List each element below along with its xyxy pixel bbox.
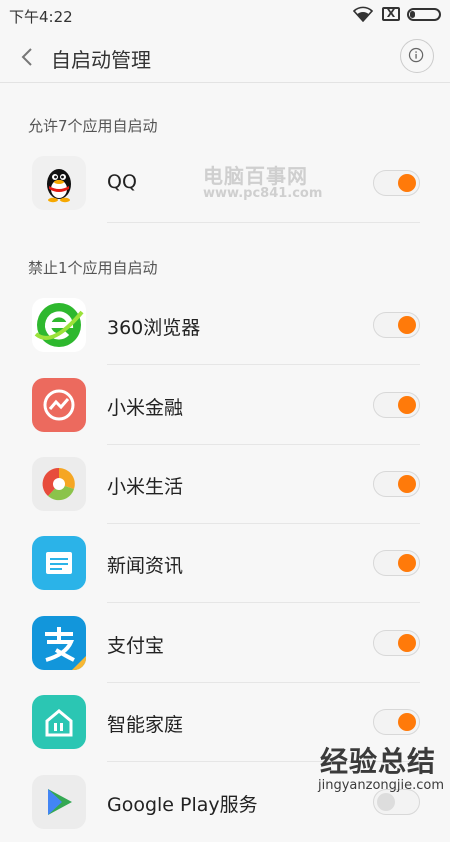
app-name: 小米金融 (107, 397, 184, 419)
app-name: QQ (107, 171, 137, 193)
autostart-toggle[interactable] (373, 709, 420, 735)
watermark-jingyan-url: jingyanzongjie.com (318, 778, 445, 793)
header: 自启动管理 (0, 32, 450, 82)
watermark-pc841-title: 电脑百事网 (203, 164, 308, 188)
header-divider (0, 82, 450, 83)
qq-penguin-icon (32, 156, 86, 210)
row-divider (107, 222, 420, 223)
info-button[interactable] (400, 39, 434, 73)
app-name: 小米生活 (107, 476, 184, 498)
news-icon (32, 536, 86, 590)
google-play-services-icon (32, 775, 86, 829)
app-row-alipay: 支付宝 (0, 603, 450, 683)
app-row-xiaomi-finance: 小米金融 (0, 365, 450, 445)
status-bar: 下午4:22 X (0, 0, 450, 32)
back-arrow-icon[interactable] (15, 44, 41, 70)
status-time: 下午4:22 (9, 8, 73, 26)
app-name: 360浏览器 (107, 317, 201, 339)
app-name: 支付宝 (107, 635, 165, 657)
smart-home-icon (32, 695, 86, 749)
autostart-toggle[interactable] (373, 392, 420, 418)
battery-icon (407, 8, 441, 21)
autostart-toggle[interactable] (373, 312, 420, 338)
app-name: 新闻资讯 (107, 555, 184, 577)
wifi-icon (353, 6, 373, 22)
alipay-icon (32, 616, 86, 670)
xiaomi-finance-icon (32, 378, 86, 432)
app-row-360-browser: 360浏览器 (0, 285, 450, 365)
app-row-news: 新闻资讯 (0, 523, 450, 603)
app-name: Google Play服务 (107, 794, 258, 816)
xiaomi-life-icon (32, 457, 86, 511)
autostart-toggle[interactable] (373, 550, 420, 576)
app-name: 智能家庭 (107, 714, 184, 736)
browser-360-icon (32, 298, 86, 352)
watermark-jingyan-title: 经验总结 (320, 745, 437, 778)
section-title-blocked: 禁止1个应用自启动 (28, 259, 158, 277)
autostart-toggle[interactable] (373, 630, 420, 656)
app-row-xiaomi-life: 小米生活 (0, 444, 450, 524)
no-sim-icon: X (382, 7, 400, 21)
info-icon (408, 47, 424, 63)
autostart-toggle[interactable] (373, 170, 420, 196)
page-title: 自启动管理 (51, 48, 151, 72)
autostart-toggle[interactable] (373, 471, 420, 497)
section-title-allowed: 允许7个应用自启动 (28, 117, 158, 135)
watermark-pc841-url: www.pc841.com (203, 186, 323, 201)
